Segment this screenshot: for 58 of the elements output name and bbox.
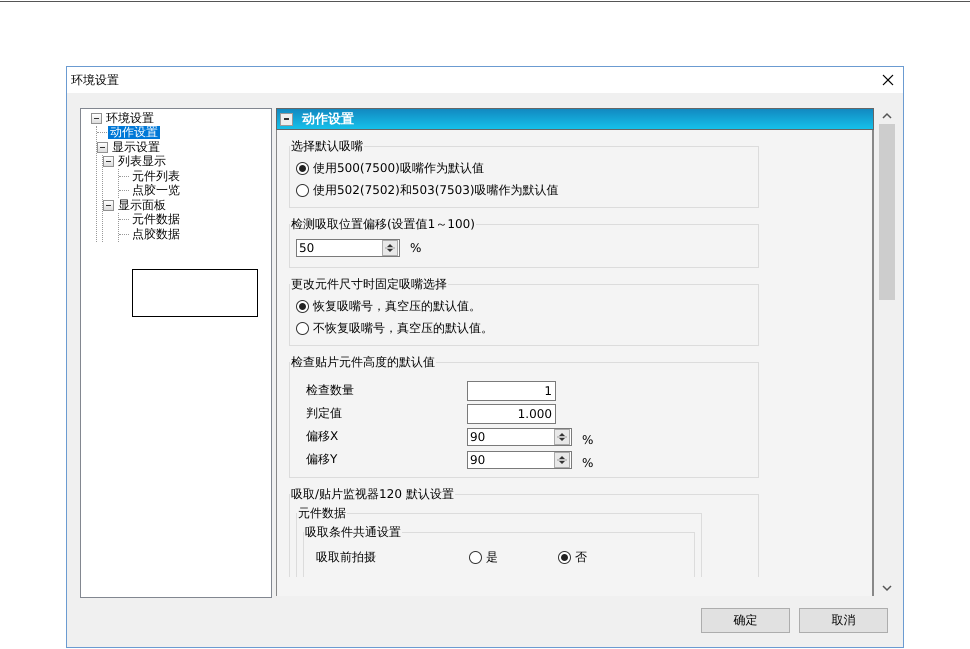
field-label: 判定值 bbox=[306, 405, 343, 422]
collapse-icon[interactable] bbox=[91, 112, 102, 124]
number-field[interactable]: 90 bbox=[467, 428, 572, 446]
spin-button[interactable] bbox=[554, 452, 570, 468]
option-label: 恢复吸嘴号，真空压的默认值。 bbox=[313, 298, 481, 314]
group-title: 更改元件尺寸时固定吸嘴选择 bbox=[290, 276, 448, 293]
tree-item[interactable]: 环境设置 bbox=[104, 112, 156, 125]
radio-button[interactable] bbox=[296, 300, 309, 312]
spin-arrows-icon bbox=[383, 241, 397, 255]
radio-button[interactable] bbox=[558, 550, 571, 564]
option-label: 否 bbox=[575, 548, 587, 566]
option-label: 不恢复吸嘴号，真空压的默认值。 bbox=[313, 320, 493, 336]
ok-button[interactable]: 确定 bbox=[701, 608, 790, 633]
cancel-button[interactable]: 取消 bbox=[799, 608, 888, 633]
tree-item[interactable]: 点胶数据 bbox=[130, 228, 182, 241]
tree-item[interactable]: 显示面板 bbox=[116, 198, 168, 212]
group-title: 选择默认吸嘴 bbox=[290, 138, 364, 155]
tree-item[interactable]: 动作设置 bbox=[108, 126, 160, 140]
tree-item[interactable]: 列表显示 bbox=[116, 155, 168, 168]
tree-item[interactable]: 元件列表 bbox=[130, 170, 182, 183]
spin-button[interactable] bbox=[382, 240, 398, 256]
collapse-icon[interactable] bbox=[103, 200, 114, 211]
tree-item[interactable]: 元件数据 bbox=[130, 213, 182, 226]
unit-label: % bbox=[582, 432, 594, 446]
radio-button[interactable] bbox=[296, 184, 309, 196]
collapse-icon[interactable] bbox=[97, 142, 108, 153]
group-title: 吸取/贴片监视器120 默认设置 bbox=[290, 486, 455, 503]
field-label: 偏移Y bbox=[306, 451, 338, 468]
option-label: 是 bbox=[486, 548, 498, 566]
input-field[interactable]: 1 bbox=[467, 380, 556, 400]
number-field[interactable]: 50 bbox=[296, 239, 400, 257]
field-label: 偏移X bbox=[306, 428, 340, 445]
collapse-icon[interactable] bbox=[103, 156, 114, 168]
field-label: 检查数量 bbox=[306, 382, 355, 399]
close-icon[interactable] bbox=[881, 73, 895, 87]
group-title: 元件数据 bbox=[297, 505, 347, 522]
input-field[interactable]: 1.000 bbox=[467, 404, 556, 424]
spin-button[interactable] bbox=[554, 428, 570, 444]
collapse-icon[interactable] bbox=[280, 112, 293, 126]
tree-item[interactable]: 点胶一览 bbox=[130, 184, 182, 198]
tree-item[interactable]: 显示设置 bbox=[110, 140, 162, 154]
section-title: 动作设置 bbox=[302, 111, 354, 128]
unit-label: % bbox=[582, 456, 594, 470]
group-title: 检查贴片元件高度的默认值 bbox=[290, 354, 436, 371]
group-title: 检测吸取位置偏移(设置值1～100) bbox=[290, 216, 476, 233]
radio-button[interactable] bbox=[296, 322, 309, 334]
option-label: 使用500(7500)吸嘴作为默认值 bbox=[313, 160, 484, 176]
window-title: 环境设置 bbox=[71, 72, 119, 88]
scroll-up-icon[interactable] bbox=[882, 112, 892, 120]
number-field[interactable]: 90 bbox=[467, 450, 572, 468]
radio-button[interactable] bbox=[469, 550, 482, 564]
group-title: 吸取条件共通设置 bbox=[304, 524, 402, 541]
scroll-down-icon[interactable] bbox=[882, 584, 892, 592]
radio-button[interactable] bbox=[296, 162, 309, 174]
option-label: 使用502(7502)和503(7503)吸嘴作为默认值 bbox=[313, 182, 559, 198]
scroll-thumb[interactable] bbox=[879, 124, 895, 300]
option-name: 吸取前拍摄 bbox=[316, 548, 377, 566]
unit-label: % bbox=[410, 241, 422, 255]
